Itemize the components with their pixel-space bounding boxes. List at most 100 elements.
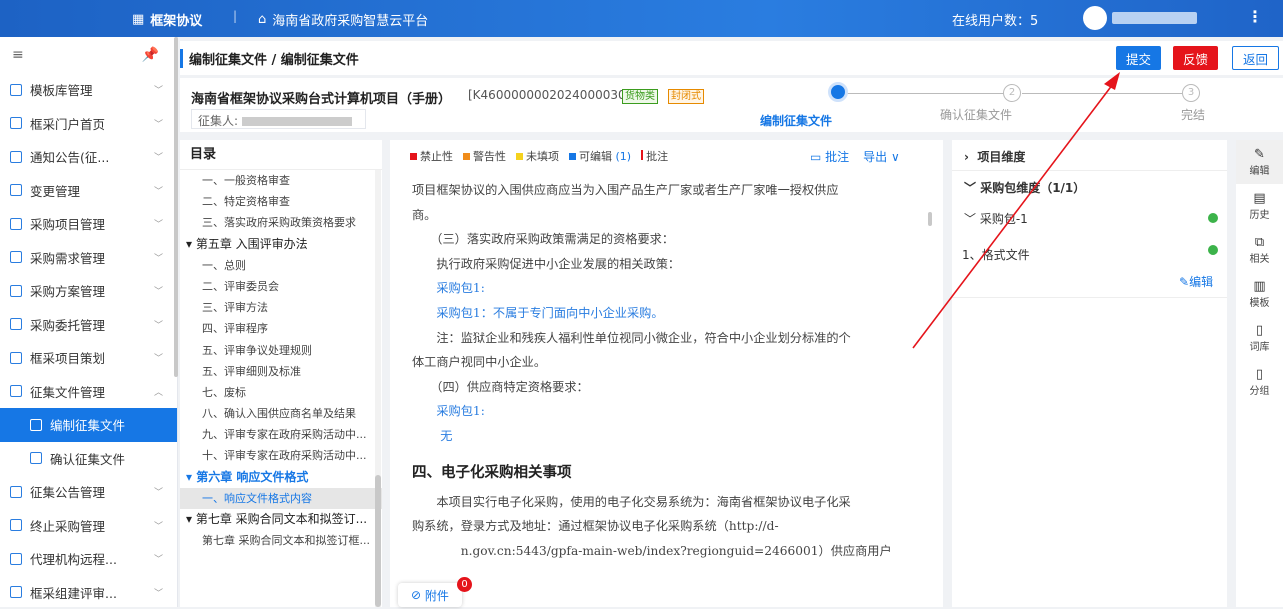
- page-header: 编制征集文件 / 编制征集文件 提交 反馈 返回: [180, 41, 1283, 75]
- attachment-button[interactable]: ⊘ 附件: [398, 583, 462, 607]
- top-bar: ▦框架协议 | ⌂海南省政府采购智慧云平台 在线用户数：5 ⋮: [0, 0, 1283, 37]
- grid-icon: ▦: [132, 12, 144, 27]
- toc-item[interactable]: 一、总则: [180, 255, 382, 276]
- sidebar-item[interactable]: 采购项目管理﹀: [0, 207, 177, 241]
- back-button[interactable]: 返回: [1232, 46, 1279, 70]
- toc-scrollbar[interactable]: [375, 170, 381, 607]
- doc-line: 无: [412, 424, 912, 449]
- toc-item[interactable]: 三、评审方法: [180, 297, 382, 318]
- breadcrumb: 编制征集文件 / 编制征集文件: [180, 49, 359, 68]
- step-1-pin-icon: [828, 82, 848, 102]
- toc-item[interactable]: 第七章 采购合同文本和拟签订框...: [180, 530, 382, 551]
- toc-item[interactable]: 五、评审细则及标准: [180, 361, 382, 382]
- chevron-icon: ﹀: [154, 485, 163, 498]
- edit-link[interactable]: ✎编辑: [1179, 273, 1213, 290]
- sidebar-item[interactable]: 框采组建评审...﹀: [0, 576, 177, 609]
- toc-item[interactable]: 十、评审专家在政府采购活动中...: [180, 445, 382, 466]
- project-title: 海南省框架协议采购台式计算机项目（手册）: [191, 88, 451, 107]
- document-content[interactable]: 项目框架协议的入围供应商应当为入围产品生产厂家或者生产厂家唯一授权供应商。 （三…: [412, 178, 912, 563]
- rail-item[interactable]: ▤历史: [1236, 184, 1283, 228]
- annotate-button[interactable]: ▭ 批注: [810, 148, 849, 165]
- legend-label: 可编辑: [579, 150, 612, 163]
- comment-icon: ▭: [810, 150, 825, 164]
- rail-item[interactable]: ✎编辑: [1236, 140, 1283, 184]
- sidebar-item-label: 征集公告管理: [30, 482, 105, 501]
- format-file[interactable]: 1、格式文件: [962, 246, 1030, 263]
- online-users: 在线用户数：5: [952, 10, 1038, 29]
- annotate-label: 批注: [825, 150, 849, 164]
- sidebar-item[interactable]: 采购委托管理﹀: [0, 308, 177, 342]
- chevron-icon: ﹀: [154, 184, 163, 197]
- sidebar-item[interactable]: 采购需求管理﹀: [0, 241, 177, 275]
- sidebar-item[interactable]: 终止采购管理﹀: [0, 509, 177, 543]
- package-1-label: 采购包-1: [980, 212, 1028, 226]
- sidebar-item[interactable]: 采购方案管理﹀: [0, 274, 177, 308]
- toc-chapter[interactable]: ▾ 第六章 响应文件格式: [180, 467, 382, 488]
- toc-item[interactable]: 一、一般资格审查: [180, 170, 382, 191]
- toc-item[interactable]: 八、确认入围供应商名单及结果: [180, 403, 382, 424]
- toc-item[interactable]: 九、评审专家在政府采购活动中...: [180, 424, 382, 445]
- platform-title[interactable]: ⌂海南省政府采购智慧云平台: [258, 10, 428, 29]
- toc-item[interactable]: 七、废标: [180, 382, 382, 403]
- sidebar-item[interactable]: 征集公告管理 ﹀: [0, 475, 177, 509]
- chevron-icon: ﹀: [154, 586, 163, 599]
- menu-icon[interactable]: ≡: [12, 47, 24, 63]
- toc-item[interactable]: 三、落实政府采购政策资格要求: [180, 212, 382, 233]
- toc-chapter[interactable]: ▾ 第五章 入围评审办法: [180, 234, 382, 255]
- rail-item[interactable]: ▯分组: [1236, 360, 1283, 404]
- sidebar-item[interactable]: 框采门户首页﹀: [0, 107, 177, 141]
- package-1[interactable]: ﹀ 采购包-1: [964, 210, 1028, 227]
- legend-label: 批注: [646, 150, 668, 163]
- document-panel: 禁止性警告性未填项可编辑 (1)批注 ▭ 批注 导出 ∨ 项目框架协议的入围供应…: [390, 140, 943, 607]
- attachment-label: 附件: [425, 587, 449, 604]
- legend: 禁止性警告性未填项可编辑 (1)批注: [410, 148, 668, 164]
- toc-chapter[interactable]: ▾ 第七章 采购合同文本和拟签订...: [180, 509, 382, 530]
- project-dimension[interactable]: › 项目维度: [964, 148, 1025, 165]
- sidebar-item[interactable]: 编制征集文件: [0, 408, 177, 442]
- toc-item[interactable]: 四、评审程序: [180, 318, 382, 339]
- chevron-icon: ﹀: [154, 150, 163, 163]
- menu-item-icon: [10, 84, 22, 96]
- sidebar-item[interactable]: 框采项目策划﹀: [0, 341, 177, 375]
- toc-scroll-thumb[interactable]: [375, 475, 381, 607]
- sidebar-item[interactable]: 模板库管理﹀: [0, 73, 177, 107]
- doc-line: 体工商户视同中小企业。: [412, 350, 912, 375]
- sidebar-scrollbar[interactable]: [174, 37, 178, 377]
- submit-button[interactable]: 提交: [1116, 46, 1161, 70]
- doc-line: n.gov.cn:5443/gpfa-main-web/index?region…: [412, 539, 912, 564]
- sidebar-item-label: 征集文件管理: [30, 382, 105, 401]
- doc-line: （四）供应商特定资格要求：: [412, 375, 912, 400]
- more-menu-icon[interactable]: ⋮: [1247, 7, 1263, 26]
- rail-item[interactable]: ⧉相关: [1236, 228, 1283, 272]
- doc-scrollbar[interactable]: [928, 212, 932, 226]
- toc-item[interactable]: 二、评审委员会: [180, 276, 382, 297]
- rail-label: 分组: [1250, 382, 1270, 397]
- brand-label: 框架协议: [150, 10, 202, 29]
- brand[interactable]: ▦ 框架协议: [132, 10, 202, 29]
- category-tag: 货物类: [622, 89, 658, 104]
- pin-icon[interactable]: 📌: [142, 47, 159, 63]
- sidebar-item[interactable]: 变更管理﹀: [0, 174, 177, 208]
- doc-line: 采购包1:: [412, 399, 912, 424]
- sidebar-item[interactable]: 确认征集文件: [0, 442, 177, 476]
- rail-item[interactable]: ▥模板: [1236, 272, 1283, 316]
- user-name-masked[interactable]: [1112, 12, 1197, 24]
- menu-item-icon: [10, 519, 22, 531]
- sidebar-item-label: 采购需求管理: [30, 248, 105, 267]
- toc-item[interactable]: 一、响应文件格式内容: [180, 488, 382, 509]
- export-button[interactable]: 导出 ∨: [863, 148, 900, 165]
- sidebar-item[interactable]: 征集文件管理︿: [0, 375, 177, 409]
- menu-item-icon: [10, 352, 22, 364]
- legend-label: 未填项: [526, 150, 559, 163]
- rail-item[interactable]: ▯词库: [1236, 316, 1283, 360]
- toc-item[interactable]: 五、评审争议处理规则: [180, 340, 382, 361]
- avatar[interactable]: [1083, 6, 1107, 30]
- feedback-button[interactable]: 反馈: [1173, 46, 1218, 70]
- step-line-2: [1022, 93, 1182, 94]
- toc-item[interactable]: 二、特定资格审查: [180, 191, 382, 212]
- sidebar-item[interactable]: 通知公告(征...﹀: [0, 140, 177, 174]
- doc-line: 项目框架协议的入围供应商应当为入围产品生产厂家或者生产厂家唯一授权供应: [412, 178, 912, 203]
- sidebar-item[interactable]: 代理机构远程...﹀: [0, 542, 177, 576]
- legend-swatch: [410, 153, 417, 160]
- package-dimension[interactable]: ﹀ 采购包维度（1/1）: [964, 179, 1085, 196]
